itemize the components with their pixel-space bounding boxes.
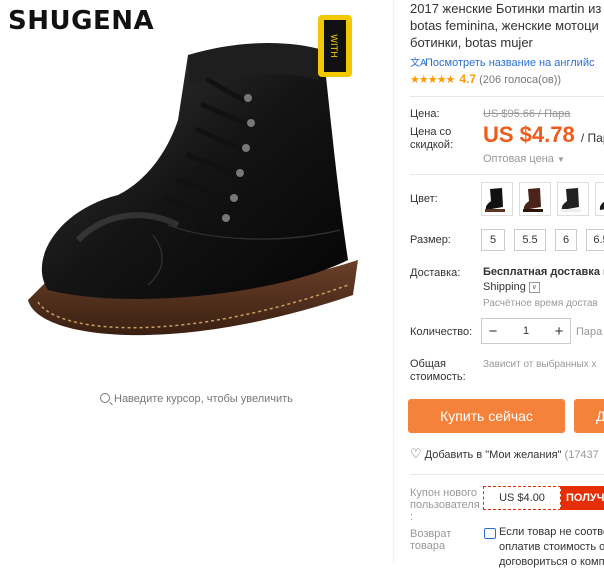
- divider: [410, 474, 604, 475]
- title-line: 2017 женские Ботинки martin из: [410, 1, 602, 16]
- star-rating-icon: ★★★★★: [410, 74, 455, 86]
- translate-link[interactable]: 文AПосмотреть название на английс: [410, 54, 594, 69]
- quantity-label: Количество:: [410, 326, 473, 338]
- color-swatch-3[interactable]: [557, 182, 589, 216]
- size-option[interactable]: 6.5: [586, 229, 604, 251]
- shipping-label: Доставка:: [410, 267, 461, 279]
- discount-price-label: Цена со скидкой:: [410, 126, 454, 151]
- quantity-minus-button[interactable]: −: [482, 323, 504, 340]
- rating-value: 4.7: [459, 72, 477, 86]
- svg-text:WITH: WITH: [328, 34, 338, 58]
- chevron-down-icon: ∨: [528, 281, 540, 293]
- quantity-plus-button[interactable]: +: [548, 323, 570, 340]
- zoom-hint: Наведите курсор, чтобы увеличить: [100, 392, 293, 405]
- color-swatch-1[interactable]: [481, 182, 513, 216]
- divider: [410, 96, 604, 97]
- title-line: botas feminina, женские мотоци: [410, 18, 599, 33]
- quantity-unit: Пара: [576, 326, 603, 338]
- product-image[interactable]: WITH: [18, 10, 378, 390]
- shipping-method[interactable]: Shipping ∨: [483, 281, 540, 293]
- boot-thumb-icon: [485, 188, 505, 212]
- size-option[interactable]: 6: [555, 229, 577, 251]
- votes-count: (206 голоса(ов)): [479, 74, 562, 86]
- coupon-label: Купон нового пользователя :: [410, 487, 480, 523]
- quantity-stepper: − 1 +: [481, 318, 571, 344]
- wholesale-link[interactable]: Оптовая цена ▼: [483, 153, 565, 165]
- current-price: US $4.78 / Пара: [483, 122, 604, 148]
- return-text: Если товар не соотве оплатив стоимость о…: [499, 526, 604, 568]
- translate-icon: 文A: [410, 58, 427, 69]
- price-unit: / Пара: [580, 131, 604, 145]
- coupon-value: US $4.00: [483, 486, 561, 510]
- buy-now-button[interactable]: Купить сейчас: [408, 399, 565, 433]
- size-option[interactable]: 5.5: [514, 229, 546, 251]
- color-label: Цвет:: [410, 193, 438, 205]
- wishlist-count: (17437: [564, 449, 599, 461]
- divider: [410, 174, 604, 175]
- price-value: US $4.78: [483, 122, 575, 147]
- rating-row[interactable]: ★★★★★ 4.7 (206 голоса(ов)): [410, 72, 561, 86]
- old-price: US $95.66 / Пара: [483, 108, 571, 120]
- total-value: Зависит от выбранных х: [483, 359, 597, 370]
- wishlist-link[interactable]: ♡ Добавить в "Мои желания" (17437: [410, 446, 599, 462]
- caret-down-icon: ▼: [556, 155, 565, 164]
- boot-thumb-icon: [599, 189, 604, 210]
- color-swatch-4[interactable]: [595, 182, 604, 216]
- shipping-time: Расчётное время достав: [483, 298, 598, 309]
- quantity-input[interactable]: 1: [504, 325, 548, 337]
- size-option[interactable]: 5: [481, 229, 505, 251]
- magnifier-icon: [100, 393, 110, 403]
- return-label: Возврат товара: [410, 528, 452, 552]
- boot-icon: WITH: [28, 15, 358, 336]
- return-policy-icon: [484, 528, 496, 539]
- boot-thumb-icon: [561, 188, 581, 212]
- get-coupon-button[interactable]: ПОЛУЧ: [561, 486, 604, 510]
- add-to-cart-button[interactable]: Д: [574, 399, 604, 433]
- divider: [393, 0, 394, 563]
- total-label: Общая стоимость:: [410, 358, 466, 383]
- price-label: Цена:: [410, 108, 440, 120]
- product-title: 2017 женские Ботинки martin из botas fem…: [410, 0, 604, 51]
- size-label: Размер:: [410, 234, 451, 246]
- shipping-main: Бесплатная доставка в: [483, 266, 604, 278]
- heart-icon: ♡: [410, 446, 422, 461]
- color-swatch-2[interactable]: [519, 182, 551, 216]
- boot-thumb-icon: [523, 188, 543, 212]
- title-line: ботинки, botas mujer: [410, 35, 533, 50]
